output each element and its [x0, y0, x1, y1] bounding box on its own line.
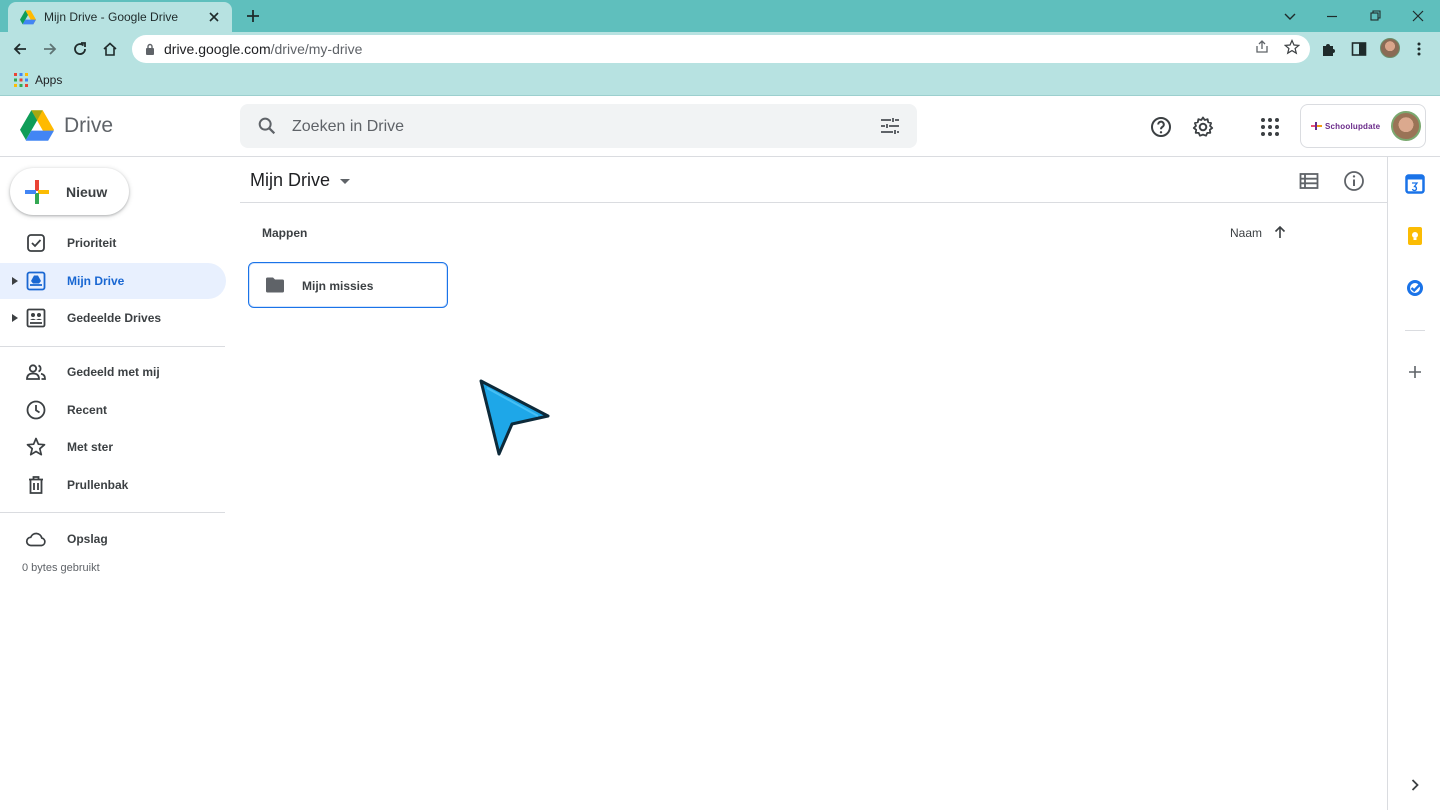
sidebar-item-label: Gedeelde Drives	[67, 311, 162, 325]
lock-icon	[146, 43, 154, 55]
expand-arrow-icon[interactable]	[12, 277, 18, 285]
sidebar-item-recent[interactable]: Recent	[0, 392, 226, 428]
organization-logo: Schoolupdate	[1311, 121, 1380, 131]
main-content: Mijn Drive Mappen Naam Mijn missies	[240, 157, 1387, 810]
home-icon[interactable]	[101, 40, 119, 58]
my-drive-icon	[26, 271, 46, 291]
page-title: Mijn Drive	[250, 170, 331, 190]
reload-icon[interactable]	[71, 40, 89, 58]
folders-section-label: Mappen	[262, 226, 308, 240]
search-icon[interactable]	[256, 115, 278, 137]
breadcrumb[interactable]: Mijn Drive	[250, 170, 351, 191]
google-drive-logo-icon[interactable]	[20, 110, 54, 141]
sidebar-item-label: Opslag	[67, 532, 108, 546]
clock-icon	[26, 400, 46, 420]
browser-tab-active[interactable]: Mijn Drive - Google Drive	[8, 2, 232, 32]
bookmark-apps[interactable]: Apps	[14, 73, 62, 87]
bookmark-star-icon[interactable]	[1284, 39, 1300, 55]
tab-search-chevron-icon[interactable]	[1281, 7, 1299, 25]
help-icon[interactable]	[1149, 115, 1173, 139]
sort-ascending-arrow-icon[interactable]	[1272, 224, 1288, 240]
sidebar-item-label: Met ster	[67, 440, 114, 454]
sort-by-name-button[interactable]: Naam	[1230, 226, 1262, 240]
storage-used-text: 0 bytes gebruikt	[22, 562, 100, 574]
drive-header: Drive Schoolupdate	[0, 97, 1440, 157]
sidebar-item-label: Prullenbak	[67, 478, 129, 492]
browser-toolbar: drive.google.com/drive/my-drive	[0, 32, 1440, 66]
sidebar-item-met-ster[interactable]: Met ster	[0, 429, 226, 465]
new-button-label: Nieuw	[66, 183, 108, 200]
calendar-app-icon[interactable]	[1405, 174, 1425, 194]
new-button[interactable]: Nieuw	[10, 168, 129, 215]
cloud-icon	[25, 532, 46, 547]
sidebar: Nieuw Prioriteit Mijn Drive Gedeelde Dri…	[0, 157, 232, 810]
google-drive-favicon-icon	[20, 10, 36, 25]
sidebar-item-gedeelde-drives[interactable]: Gedeelde Drives	[0, 300, 226, 336]
address-url: drive.google.com/drive/my-drive	[164, 41, 362, 57]
folder-name: Mijn missies	[302, 279, 374, 293]
sidebar-item-label: Mijn Drive	[67, 274, 125, 288]
header-divider	[240, 202, 1387, 203]
trash-icon	[29, 476, 43, 494]
back-arrow-icon[interactable]	[11, 40, 29, 58]
search-bar	[240, 104, 917, 148]
caret-down-icon	[340, 178, 351, 184]
sidebar-item-label: Prioriteit	[67, 236, 117, 250]
sidebar-item-label: Gedeeld met mij	[67, 365, 160, 379]
keep-app-icon[interactable]	[1405, 226, 1425, 246]
sidebar-divider	[0, 346, 225, 347]
browser-profile-avatar[interactable]	[1380, 38, 1400, 58]
bookmarks-bar: Apps	[0, 66, 1440, 96]
org-logo-mark-icon	[1311, 122, 1322, 130]
star-icon	[26, 437, 46, 456]
shared-drives-icon	[26, 308, 46, 328]
forward-arrow-icon[interactable]	[41, 40, 59, 58]
folder-icon	[266, 277, 284, 293]
window-close-icon[interactable]	[1409, 7, 1427, 25]
bookmark-apps-label: Apps	[35, 73, 63, 87]
add-addon-plus-icon[interactable]	[1405, 362, 1425, 382]
sidebar-item-prioriteit[interactable]: Prioriteit	[0, 225, 226, 261]
settings-gear-icon[interactable]	[1191, 115, 1215, 139]
sidebar-divider	[0, 512, 225, 513]
account-switcher[interactable]: Schoolupdate	[1300, 104, 1426, 148]
new-tab-plus-icon[interactable]	[244, 7, 262, 25]
browser-tab-title: Mijn Drive - Google Drive	[44, 10, 179, 24]
search-options-tune-icon[interactable]	[878, 114, 902, 138]
window-restore-icon[interactable]	[1366, 7, 1384, 25]
search-input[interactable]	[292, 116, 852, 138]
side-panel-divider	[1405, 330, 1425, 331]
drive-product-name: Drive	[64, 114, 114, 137]
browser-tab-strip: Mijn Drive - Google Drive	[0, 0, 1440, 32]
sidebar-item-mijn-drive[interactable]: Mijn Drive	[0, 263, 226, 299]
address-bar[interactable]: drive.google.com/drive/my-drive	[132, 35, 1310, 63]
collapse-panel-chevron-icon[interactable]	[1405, 775, 1425, 795]
window-minimize-icon[interactable]	[1323, 7, 1341, 25]
people-icon	[26, 364, 46, 380]
folder-item-mijn-missies[interactable]: Mijn missies	[248, 262, 448, 308]
sidebar-item-label: Recent	[67, 403, 108, 417]
expand-arrow-icon[interactable]	[12, 314, 18, 322]
share-page-icon[interactable]	[1254, 39, 1270, 55]
tab-close-icon[interactable]	[206, 9, 222, 25]
info-icon[interactable]	[1342, 169, 1366, 193]
browser-menu-kebab-icon[interactable]	[1410, 40, 1428, 58]
url-host: drive.google.com	[164, 41, 271, 57]
tasks-app-icon[interactable]	[1405, 278, 1425, 298]
account-avatar[interactable]	[1391, 111, 1421, 141]
extensions-puzzle-icon[interactable]	[1320, 40, 1338, 58]
sidebar-item-gedeeld-met-mij[interactable]: Gedeeld met mij	[0, 354, 226, 390]
sidebar-item-prullenbak[interactable]: Prullenbak	[0, 467, 226, 503]
check-box-icon	[27, 234, 45, 252]
apps-grid-icon	[14, 73, 28, 87]
sidebar-item-opslag[interactable]: Opslag	[0, 521, 226, 557]
side-panel-icon[interactable]	[1350, 40, 1368, 58]
list-view-icon[interactable]	[1297, 169, 1321, 193]
google-apps-grid-icon[interactable]	[1258, 115, 1282, 139]
url-path: /drive/my-drive	[270, 41, 363, 57]
org-name: Schoolupdate	[1325, 121, 1381, 131]
side-panel	[1387, 157, 1440, 810]
new-plus-icon	[25, 179, 49, 204]
